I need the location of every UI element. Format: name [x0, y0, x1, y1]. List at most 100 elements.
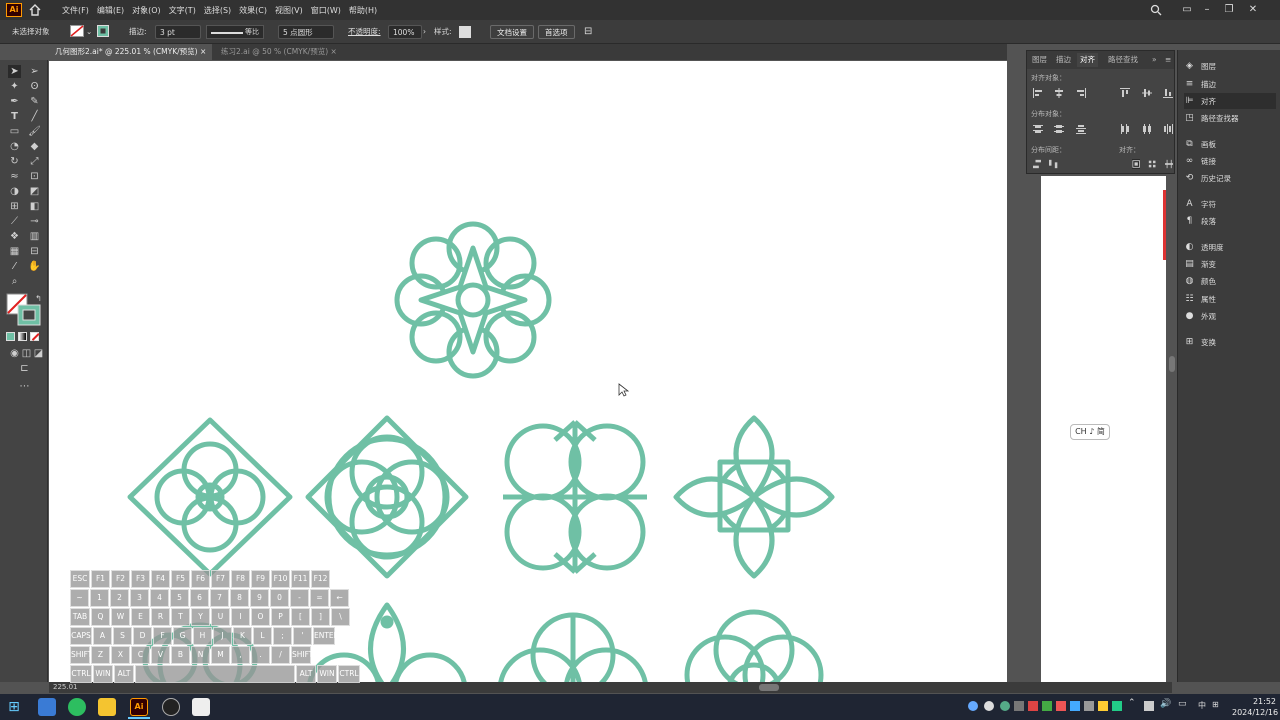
gradient-tool-icon[interactable]: ◧ — [28, 200, 41, 213]
key-row2-10[interactable]: 0 — [270, 589, 289, 607]
dock-item-pathfinder[interactable]: ◳ 路径查找器 — [1184, 110, 1276, 126]
tab-inactive[interactable]: 练习2.ai @ 50 % (CMYK/预览) × — [215, 44, 343, 60]
distribute-bottom-icon[interactable] — [1075, 124, 1086, 134]
key-row1-5[interactable]: F5 — [171, 570, 190, 588]
taskbar-app-icon[interactable] — [38, 698, 56, 716]
gradient-button[interactable] — [18, 332, 27, 341]
key-row5-0[interactable]: SHIFT — [70, 646, 92, 664]
shaper-tool-icon[interactable]: ◔ — [8, 140, 21, 153]
panel-menu-icon[interactable]: ≡ — [1162, 53, 1174, 67]
key-row1-2[interactable]: F2 — [111, 570, 130, 588]
input-language[interactable]: 中 — [1198, 700, 1206, 711]
key-row3-2[interactable]: W — [111, 608, 130, 626]
diamond-circles-shape[interactable] — [305, 415, 469, 579]
key-row1-7[interactable]: F7 — [211, 570, 230, 588]
key-row4-12[interactable]: ENTER — [313, 627, 339, 645]
panel-tab-align[interactable]: 对齐 — [1077, 53, 1098, 67]
dock-item-links[interactable]: ∞ 链接 — [1184, 153, 1276, 169]
key-row1-9[interactable]: F9 — [251, 570, 270, 588]
key-row4-5[interactable]: G — [173, 627, 192, 645]
tray-chevron-icon[interactable]: ⌃ — [1128, 698, 1136, 708]
menu-object[interactable]: 对象(O) — [128, 5, 165, 16]
screen-mode-icon[interactable]: ⊏ — [18, 362, 31, 375]
fill-swatch-icon[interactable] — [70, 25, 84, 37]
tray-icon[interactable] — [1000, 701, 1010, 711]
dock-item-appearance[interactable]: ● 外观 — [1184, 308, 1276, 324]
rotate-tool-icon[interactable]: ↻ — [8, 155, 21, 168]
arrange-icon[interactable]: ▭ — [1180, 3, 1194, 17]
key-row1-0[interactable]: ESC — [70, 570, 90, 588]
key-row3-13[interactable]: \ — [331, 608, 350, 626]
align-bottom-icon[interactable] — [1162, 88, 1173, 98]
key-row3-8[interactable]: I — [231, 608, 250, 626]
color-button[interactable] — [6, 332, 15, 341]
menu-view[interactable]: 视图(V) — [271, 5, 307, 16]
opacity-input[interactable]: 100% — [388, 25, 422, 39]
key-row6-5[interactable]: CTRL — [338, 665, 360, 683]
search-icon[interactable] — [1150, 4, 1162, 16]
align-hcenter-icon[interactable] — [1054, 88, 1064, 98]
input-mode-icon[interactable]: ⊞ — [1212, 700, 1219, 709]
zoom-tool-icon[interactable]: ⌕ — [8, 275, 21, 288]
lasso-tool-icon[interactable]: ʘ — [28, 80, 41, 93]
zoom-level[interactable]: 225.01 — [53, 682, 78, 693]
taskbar-tool-icon[interactable] — [192, 698, 210, 716]
key-row5-10[interactable]: / — [271, 646, 290, 664]
key-row2-3[interactable]: 3 — [130, 589, 149, 607]
distribute-left-icon[interactable] — [1120, 124, 1130, 134]
menu-type[interactable]: 文字(T) — [165, 5, 200, 16]
menu-select[interactable]: 选择(S) — [200, 5, 235, 16]
none-button[interactable] — [30, 332, 40, 341]
key-row2-6[interactable]: 6 — [190, 589, 209, 607]
dock-item-paragraph[interactable]: ¶ 段落 — [1184, 213, 1276, 229]
align-right-icon[interactable] — [1076, 88, 1086, 98]
more-tools-icon[interactable]: ⋯ — [18, 380, 31, 393]
draw-behind-icon[interactable]: ◪ — [32, 347, 45, 360]
align-grid-icon[interactable] — [1148, 159, 1156, 169]
panel-tab-pathfinder[interactable]: 路径查找 — [1105, 53, 1141, 67]
dock-item-gradient[interactable]: ▤ 渐变 — [1184, 256, 1276, 272]
dock-item-history[interactable]: ⟲ 历史记录 — [1184, 170, 1276, 186]
style-swatch[interactable] — [459, 26, 471, 38]
line-tool-icon[interactable]: ╱ — [28, 110, 41, 123]
key-row3-4[interactable]: R — [151, 608, 170, 626]
dock-item-transparency[interactable]: ◐ 透明度 — [1184, 239, 1276, 255]
key-row3-6[interactable]: Y — [191, 608, 210, 626]
right-scrollbar[interactable] — [1168, 176, 1176, 682]
key-row3-3[interactable]: E — [131, 608, 150, 626]
dock-item-character[interactable]: A 字符 — [1184, 196, 1276, 212]
key-row4-10[interactable]: ; — [273, 627, 292, 645]
key-row6-0[interactable]: CTRL — [70, 665, 92, 683]
magic-wand-tool-icon[interactable]: ✦ — [8, 80, 21, 93]
tray-icon[interactable] — [1112, 701, 1122, 711]
key-row4-4[interactable]: F — [153, 627, 172, 645]
restore-icon[interactable]: ❐ — [1222, 3, 1236, 17]
slice-tool-icon[interactable]: ⁄ — [8, 260, 21, 273]
align-top-icon[interactable] — [1120, 88, 1131, 98]
key-row2-8[interactable]: 8 — [230, 589, 249, 607]
align-options-icon[interactable] — [1164, 159, 1173, 169]
key-row5-2[interactable]: X — [111, 646, 130, 664]
distribute-top-icon[interactable] — [1033, 124, 1043, 134]
scale-tool-icon[interactable]: ⤢ — [28, 155, 41, 168]
distribute-hcenter-icon[interactable] — [1142, 124, 1152, 134]
key-row2-11[interactable]: - — [290, 589, 309, 607]
menu-help[interactable]: 帮助(H) — [345, 5, 381, 16]
paintbrush-tool-icon[interactable]: 🖌 — [28, 125, 41, 138]
tray-icon[interactable] — [1042, 701, 1052, 711]
taskbar-folder-icon[interactable] — [98, 698, 116, 716]
key-row3-12[interactable]: ] — [311, 608, 330, 626]
key-row2-7[interactable]: 7 — [210, 589, 229, 607]
menu-effect[interactable]: 效果(C) — [235, 5, 271, 16]
taskbar-illustrator-icon[interactable]: Ai — [130, 698, 148, 716]
key-row6-4[interactable]: WIN — [317, 665, 337, 683]
align-vcenter-icon[interactable] — [1141, 88, 1152, 98]
key-row1-1[interactable]: F1 — [91, 570, 110, 588]
key-row4-0[interactable]: CAPS — [70, 627, 92, 645]
volume-icon[interactable]: 🔊 — [1160, 699, 1171, 709]
key-row2-1[interactable]: 1 — [90, 589, 109, 607]
document-setup-button[interactable]: 文档设置 — [490, 25, 534, 39]
dock-item-attributes[interactable]: ☷ 属性 — [1184, 291, 1276, 307]
flower-shape-top[interactable] — [394, 221, 552, 379]
key-row3-9[interactable]: O — [251, 608, 270, 626]
